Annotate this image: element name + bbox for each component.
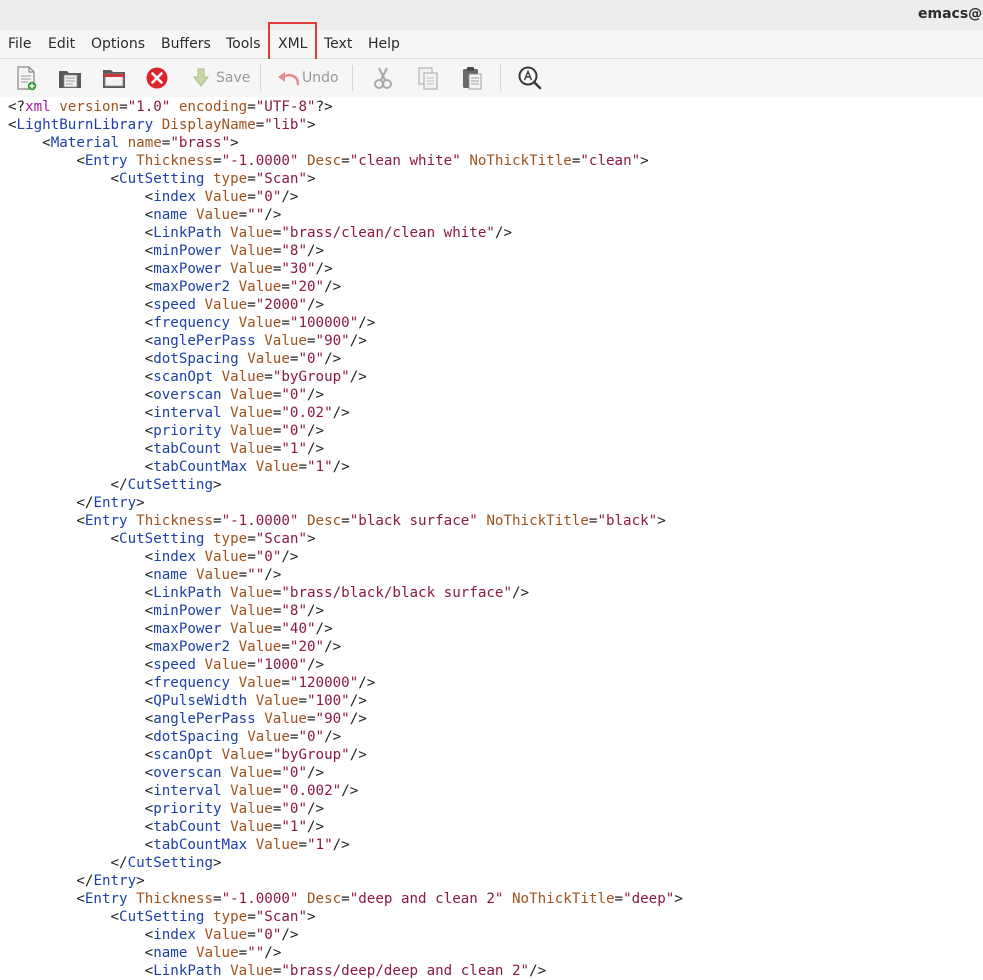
code-line: <frequency Value="100000"/> bbox=[144, 315, 376, 331]
code-line: <LinkPath Value="brass/black/black surfa… bbox=[144, 585, 530, 601]
code-line: <QPulseWidth Value="100"/> bbox=[144, 693, 367, 709]
close-buffer-button[interactable] bbox=[145, 64, 169, 92]
xml-editor-buffer[interactable]: <?xml version="1.0" encoding="UTF-8"?> <L… bbox=[0, 97, 983, 980]
code-line: </CutSetting> bbox=[110, 855, 222, 871]
code-line: <LightBurnLibrary DisplayName="lib"> bbox=[8, 117, 316, 133]
code-line: <?xml version="1.0" encoding="UTF-8"?> bbox=[8, 99, 333, 115]
save-label: Save bbox=[216, 70, 251, 86]
code-line: </Entry> bbox=[76, 873, 145, 889]
code-line: <dotSpacing Value="0"/> bbox=[144, 351, 342, 367]
code-line: <anglePerPass Value="90"/> bbox=[144, 711, 367, 727]
code-line: <tabCountMax Value="1"/> bbox=[144, 459, 350, 475]
window-titlebar: emacs@C bbox=[0, 0, 983, 30]
code-line: <CutSetting type="Scan"> bbox=[110, 531, 316, 547]
tool-bar: Save Undo bbox=[0, 59, 983, 97]
search-icon bbox=[518, 66, 542, 90]
code-line: <speed Value="1000"/> bbox=[144, 657, 325, 673]
menu-buffers[interactable]: Buffers bbox=[161, 36, 211, 52]
code-line: <index Value="0"/> bbox=[144, 189, 299, 205]
menu-edit[interactable]: Edit bbox=[48, 36, 75, 52]
code-line: <overscan Value="0"/> bbox=[144, 765, 325, 781]
menu-options[interactable]: Options bbox=[91, 36, 145, 52]
code-line: <priority Value="0"/> bbox=[144, 423, 325, 439]
code-line: <priority Value="0"/> bbox=[144, 801, 325, 817]
search-button[interactable] bbox=[517, 64, 543, 92]
undo-button[interactable]: Undo bbox=[276, 64, 339, 92]
toolbar-separator bbox=[352, 65, 353, 91]
cut-icon bbox=[374, 67, 392, 89]
cut-button[interactable] bbox=[371, 64, 395, 92]
code-line: <name Value=""/> bbox=[144, 567, 282, 583]
menu-xml[interactable]: XML bbox=[278, 36, 307, 52]
code-line: <scanOpt Value="byGroup"/> bbox=[144, 747, 367, 763]
code-line: <name Value=""/> bbox=[144, 945, 282, 961]
code-line: <maxPower Value="30"/> bbox=[144, 261, 333, 277]
code-line: <maxPower2 Value="20"/> bbox=[144, 279, 342, 295]
toolbar-separator bbox=[500, 65, 501, 91]
code-line: <tabCount Value="1"/> bbox=[144, 441, 325, 457]
toolbar-separator bbox=[260, 65, 261, 91]
code-line: <CutSetting type="Scan"> bbox=[110, 171, 316, 187]
xml-code: <?xml version="1.0" encoding="UTF-8"?> <L… bbox=[8, 98, 683, 980]
open-file-button[interactable] bbox=[57, 64, 83, 92]
code-line: <LinkPath Value="brass/deep/deep and cle… bbox=[144, 963, 547, 979]
code-line: <frequency Value="120000"/> bbox=[144, 675, 376, 691]
new-file-icon bbox=[17, 66, 37, 91]
code-line: <speed Value="2000"/> bbox=[144, 297, 325, 313]
open-directory-icon bbox=[103, 70, 125, 88]
code-line: </Entry> bbox=[76, 495, 145, 511]
open-directory-button[interactable] bbox=[101, 64, 127, 92]
code-line: <maxPower2 Value="20"/> bbox=[144, 639, 342, 655]
undo-label: Undo bbox=[302, 70, 339, 86]
paste-button[interactable] bbox=[460, 64, 484, 92]
menu-tools[interactable]: Tools bbox=[226, 36, 261, 52]
code-line: <Entry Thickness="-1.0000" Desc="deep an… bbox=[76, 891, 683, 907]
code-line: <Entry Thickness="-1.0000" Desc="black s… bbox=[76, 513, 666, 529]
code-line: <dotSpacing Value="0"/> bbox=[144, 729, 342, 745]
code-line: <Material name="brass"> bbox=[42, 135, 239, 151]
copy-icon bbox=[418, 67, 438, 90]
code-line: <tabCountMax Value="1"/> bbox=[144, 837, 350, 853]
copy-button[interactable] bbox=[416, 64, 440, 92]
code-line: <maxPower Value="40"/> bbox=[144, 621, 333, 637]
code-line: <scanOpt Value="byGroup"/> bbox=[144, 369, 367, 385]
code-line: <overscan Value="0"/> bbox=[144, 387, 325, 403]
code-line: <index Value="0"/> bbox=[144, 927, 299, 943]
code-line: <CutSetting type="Scan"> bbox=[110, 909, 316, 925]
menu-help[interactable]: Help bbox=[368, 36, 400, 52]
code-line: </CutSetting> bbox=[110, 477, 222, 493]
code-line: <tabCount Value="1"/> bbox=[144, 819, 325, 835]
code-line: <Entry Thickness="-1.0000" Desc="clean w… bbox=[76, 153, 649, 169]
code-line: <name Value=""/> bbox=[144, 207, 282, 223]
menu-text[interactable]: Text bbox=[324, 36, 352, 52]
close-buffer-icon bbox=[146, 67, 168, 89]
open-folder-icon bbox=[59, 71, 81, 88]
code-line: <interval Value="0.02"/> bbox=[144, 405, 350, 421]
paste-icon bbox=[463, 67, 482, 90]
code-line: <anglePerPass Value="90"/> bbox=[144, 333, 367, 349]
menu-bar: File Edit Options Buffers Tools XML Text… bbox=[0, 30, 983, 59]
code-line: <minPower Value="8"/> bbox=[144, 603, 325, 619]
code-line: <index Value="0"/> bbox=[144, 549, 299, 565]
code-line: <interval Value="0.002"/> bbox=[144, 783, 359, 799]
new-file-button[interactable] bbox=[14, 64, 38, 92]
save-button[interactable]: Save bbox=[192, 64, 250, 92]
save-icon bbox=[192, 68, 210, 87]
menu-file[interactable]: File bbox=[8, 36, 31, 52]
window-title: emacs@C bbox=[918, 6, 983, 22]
undo-icon bbox=[278, 72, 300, 86]
code-line: <minPower Value="8"/> bbox=[144, 243, 325, 259]
code-line: <LinkPath Value="brass/clean/clean white… bbox=[144, 225, 513, 241]
